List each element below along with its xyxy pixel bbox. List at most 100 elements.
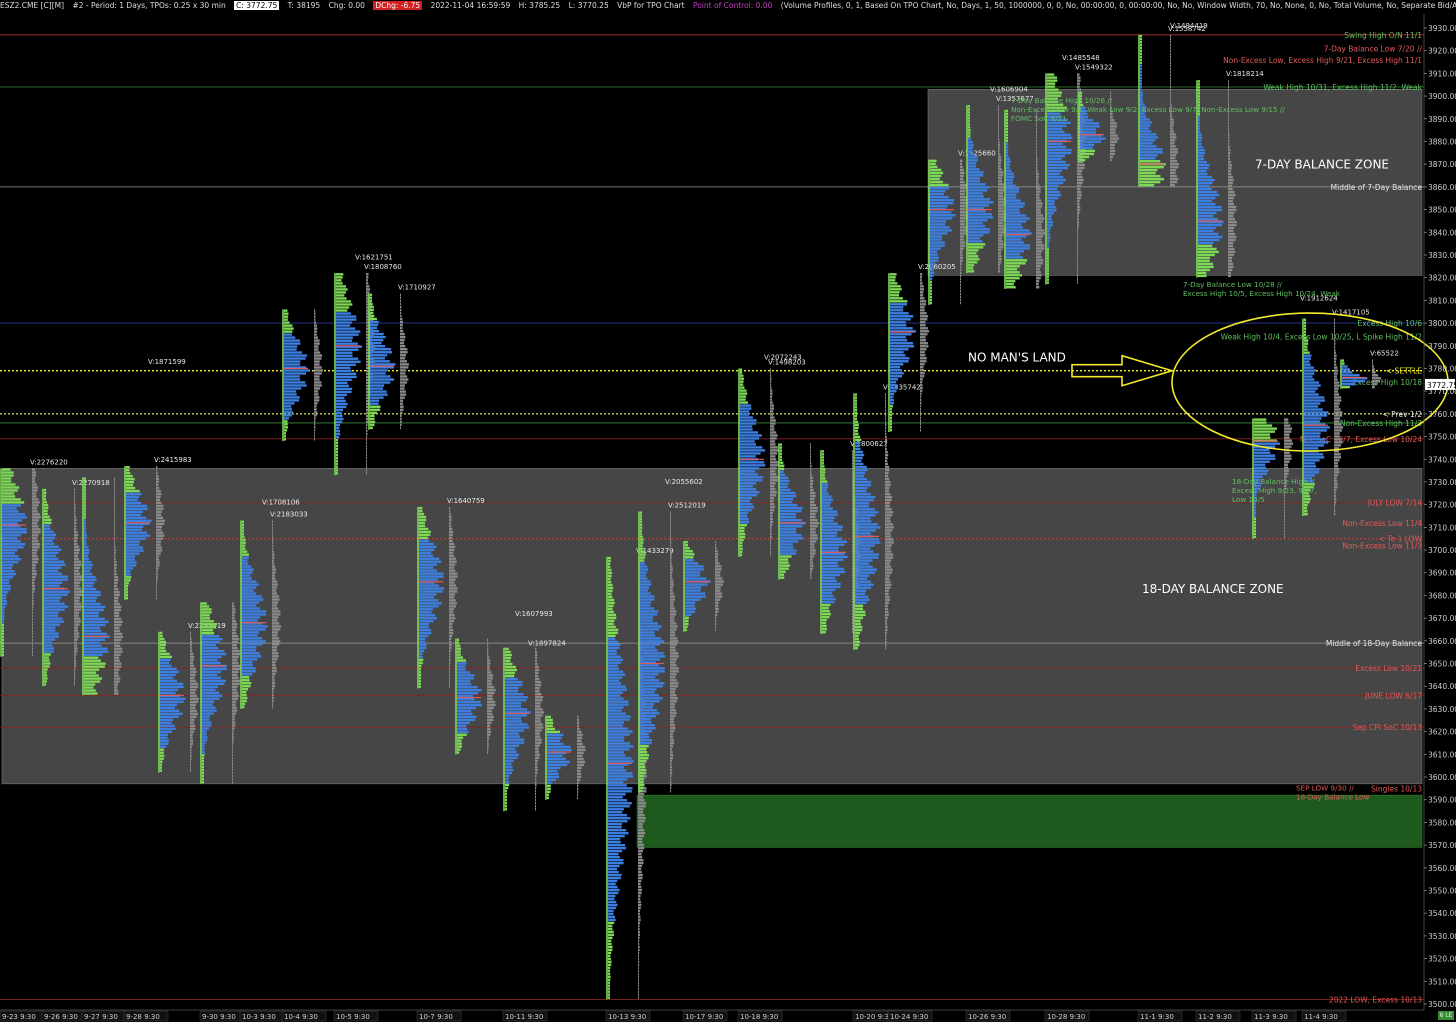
tpo-row bbox=[780, 570, 786, 573]
volume-row bbox=[487, 650, 489, 653]
tpo-row bbox=[1047, 215, 1052, 218]
volume-row bbox=[1228, 217, 1235, 221]
volume-row bbox=[1036, 271, 1041, 274]
volume-row bbox=[400, 390, 406, 393]
tpo-row bbox=[740, 386, 745, 389]
volume-row bbox=[535, 717, 541, 720]
tpo-row bbox=[608, 957, 611, 960]
tpo-row bbox=[84, 608, 104, 612]
volume-row bbox=[810, 552, 816, 555]
volume-row bbox=[1170, 88, 1171, 91]
volume-row bbox=[74, 641, 77, 644]
volume-row bbox=[1077, 178, 1084, 182]
tpo-row bbox=[370, 357, 386, 360]
volume-row bbox=[32, 522, 38, 525]
volume-row bbox=[272, 598, 280, 601]
tpo-row bbox=[1006, 130, 1008, 134]
tpo-row bbox=[740, 482, 757, 485]
tpo-row bbox=[336, 396, 345, 400]
tpo-row bbox=[685, 607, 697, 610]
tpo-row bbox=[1047, 272, 1049, 275]
tpo-row bbox=[822, 628, 827, 631]
tpo-row bbox=[1047, 166, 1068, 170]
volume-row bbox=[885, 489, 890, 493]
tpo-row bbox=[370, 305, 374, 309]
tpo-row bbox=[1047, 82, 1056, 85]
tpo-row bbox=[2, 593, 7, 597]
volume-row bbox=[535, 780, 537, 784]
tpo-row bbox=[1254, 508, 1256, 512]
tpo-row bbox=[202, 655, 222, 659]
volume-row bbox=[1036, 256, 1042, 259]
volume-row bbox=[1228, 122, 1229, 125]
tpo-row bbox=[780, 497, 794, 501]
tpo-row bbox=[44, 494, 47, 498]
tpo-row bbox=[419, 575, 444, 578]
tpo-row bbox=[855, 496, 876, 499]
tpo-row bbox=[930, 174, 942, 178]
volume-row bbox=[366, 435, 368, 439]
volume-row bbox=[770, 538, 772, 542]
tpo-row bbox=[84, 587, 97, 591]
volume-row bbox=[638, 837, 643, 841]
tpo-row bbox=[505, 774, 510, 778]
tpo-row bbox=[1198, 157, 1205, 161]
tpo-row bbox=[547, 757, 566, 761]
volume-row bbox=[232, 602, 234, 605]
tpo-row bbox=[2, 489, 18, 492]
tpo-row bbox=[640, 550, 645, 553]
volume-row bbox=[770, 529, 772, 533]
tpo-row bbox=[84, 519, 86, 522]
tpo-row bbox=[457, 715, 477, 719]
volume-row bbox=[960, 223, 966, 226]
volume-label: V:2072243 bbox=[764, 353, 802, 361]
volume-row bbox=[1228, 181, 1234, 185]
tpo-row bbox=[780, 476, 789, 480]
volume-row bbox=[156, 480, 159, 484]
tpo-row bbox=[780, 528, 797, 531]
tpo-row bbox=[2, 492, 15, 495]
level-label: Excess Low 10/21 bbox=[1355, 664, 1422, 673]
tpo-row bbox=[608, 559, 611, 563]
tpo-row bbox=[855, 643, 860, 647]
poc-mark bbox=[284, 367, 308, 370]
volume-row bbox=[638, 843, 644, 847]
tpo-row bbox=[44, 581, 63, 584]
tpo-row bbox=[370, 323, 379, 327]
volume-row bbox=[74, 623, 80, 626]
level-label: Singles 10/13 bbox=[1371, 784, 1422, 793]
volume-row bbox=[1036, 211, 1041, 214]
tpo-row bbox=[547, 775, 560, 779]
volume-row bbox=[32, 531, 41, 534]
volume-row bbox=[638, 811, 644, 814]
tpo-row bbox=[1047, 209, 1057, 212]
price-tick-label: 3680.00 bbox=[1428, 591, 1456, 600]
tpo-row bbox=[930, 168, 942, 172]
tpo-chart[interactable]: Swing High O/N 11/17-Day Balance Low 7/2… bbox=[0, 0, 1456, 1022]
tpo-row bbox=[1006, 124, 1008, 128]
tpo-row bbox=[505, 798, 507, 802]
volume-row bbox=[449, 584, 456, 587]
tpo-row bbox=[1006, 190, 1020, 193]
tpo-row bbox=[505, 762, 512, 766]
tpo-row bbox=[1047, 73, 1055, 76]
volume-row bbox=[400, 296, 401, 299]
tpo-row bbox=[284, 363, 301, 366]
volume-row bbox=[449, 655, 451, 659]
tpo-row bbox=[1006, 268, 1018, 271]
tpo-row bbox=[930, 226, 950, 229]
tpo-row bbox=[284, 333, 292, 336]
tpo-row bbox=[84, 650, 109, 653]
tpo-row bbox=[780, 546, 794, 549]
volume-row bbox=[998, 195, 1004, 198]
volume-row bbox=[74, 542, 78, 546]
tpo-row bbox=[780, 470, 784, 474]
volume-label: V:65522 bbox=[1370, 349, 1399, 357]
tpo-row bbox=[780, 540, 799, 543]
tpo-row bbox=[2, 650, 4, 654]
volume-row bbox=[535, 693, 542, 696]
tpo-row bbox=[890, 369, 902, 372]
volume-row bbox=[535, 786, 537, 790]
volume-row bbox=[1077, 263, 1078, 266]
volume-row bbox=[670, 622, 677, 625]
